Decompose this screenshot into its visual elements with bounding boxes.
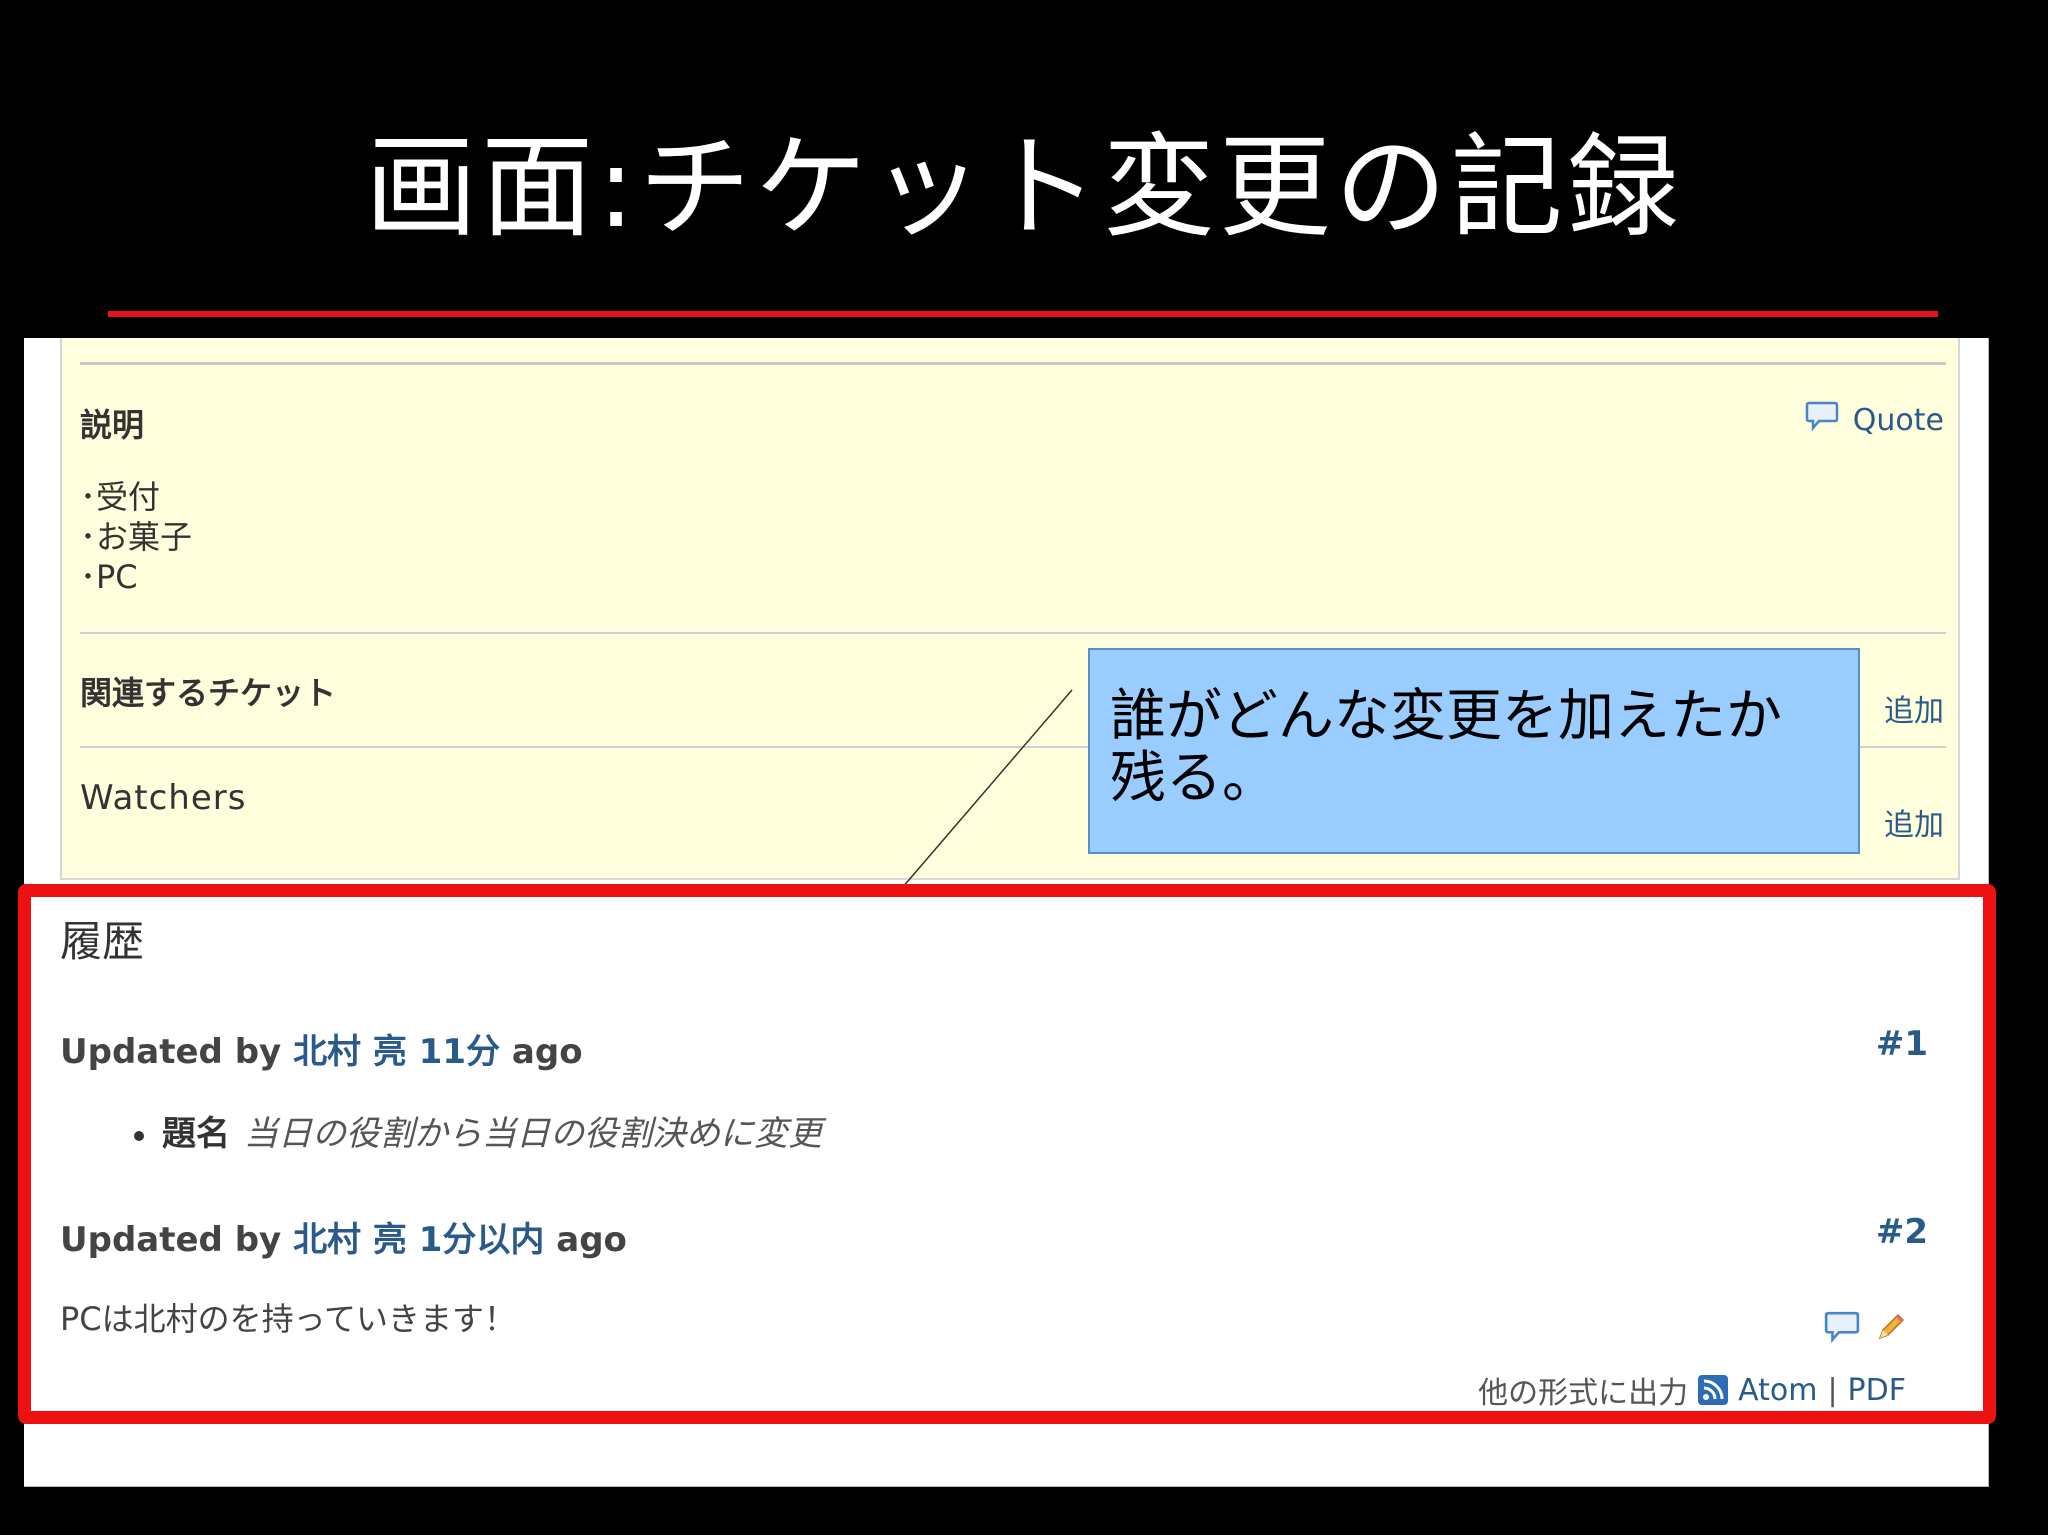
callout-line: 誰がどんな変更を加えたか (1110, 684, 1782, 749)
history-highlight-frame (18, 884, 1996, 1424)
callout-box: 誰がどんな変更を加えたか 残る。 (1088, 648, 1860, 854)
callout-line: 残る。 (1110, 746, 1278, 811)
